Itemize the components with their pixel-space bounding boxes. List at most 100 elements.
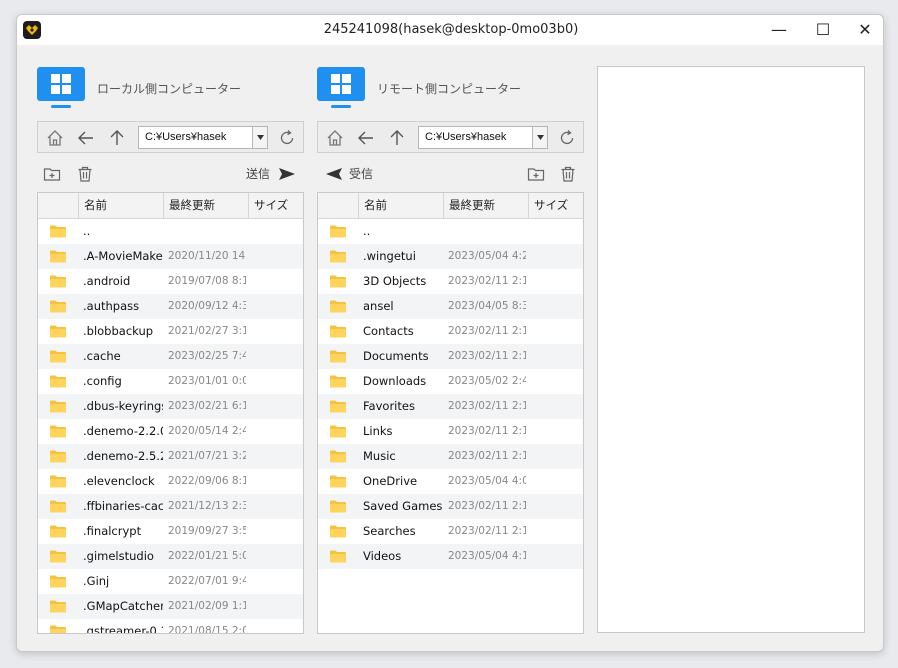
remote-file-list[interactable]: 名前 最終更新 サイズ .. .wingetui 2023/05/04 4:21 3D… xyxy=(317,192,584,634)
file-modified: 2019/09/27 3:50 xyxy=(168,525,246,537)
up-arrow-icon[interactable] xyxy=(388,129,406,147)
folder-icon xyxy=(330,275,346,288)
table-row[interactable]: .gimelstudio 2022/01/21 5:07 xyxy=(38,544,303,569)
close-button[interactable]: ✕ xyxy=(843,15,883,45)
app-window: 245241098(hasek@desktop-0mo03b0) — ☐ ✕ ロ… xyxy=(16,14,884,652)
folder-icon xyxy=(330,500,346,513)
column-name[interactable]: 名前 xyxy=(78,193,163,218)
minimize-button[interactable]: — xyxy=(757,15,801,45)
file-modified: 2023/02/25 7:48 xyxy=(168,350,246,362)
file-name: .Ginj xyxy=(83,574,110,588)
table-row[interactable]: Documents 2023/02/11 2:14 xyxy=(318,344,583,369)
column-modified[interactable]: 最終更新 xyxy=(163,193,248,218)
trash-icon[interactable] xyxy=(76,165,94,183)
table-row[interactable]: .GMapCatcher 2021/02/09 1:18 xyxy=(38,594,303,619)
table-row[interactable]: .. xyxy=(318,219,583,244)
column-size[interactable]: サイズ xyxy=(248,193,303,218)
trash-icon[interactable] xyxy=(559,165,577,183)
maximize-button[interactable]: ☐ xyxy=(801,15,845,45)
local-path-combobox[interactable]: C:¥Users¥hasek xyxy=(138,126,268,149)
file-name: .ffbinaries-cache xyxy=(83,499,163,513)
table-row[interactable]: ansel 2023/04/05 8:33 xyxy=(318,294,583,319)
new-folder-icon[interactable] xyxy=(527,165,545,183)
file-name: .blobbackup xyxy=(83,324,154,338)
file-modified: 2023/05/04 4:02 xyxy=(448,475,526,487)
remote-path-combobox[interactable]: C:¥Users¥hasek xyxy=(418,126,548,149)
table-row[interactable]: .android 2019/07/08 8:15 xyxy=(38,269,303,294)
table-row[interactable]: .wingetui 2023/05/04 4:21 xyxy=(318,244,583,269)
folder-icon xyxy=(50,550,66,563)
file-modified: 2023/02/11 2:14 xyxy=(448,275,526,287)
table-row[interactable]: Videos 2023/05/04 4:19 xyxy=(318,544,583,569)
file-modified xyxy=(168,219,246,244)
table-row[interactable]: .gstreamer-0.10 2021/08/15 2:09 xyxy=(38,619,303,633)
table-row[interactable]: OneDrive 2023/05/04 4:02 xyxy=(318,469,583,494)
new-folder-icon[interactable] xyxy=(43,165,61,183)
column-modified[interactable]: 最終更新 xyxy=(443,193,528,218)
table-row[interactable]: .blobbackup 2021/02/27 3:11 xyxy=(38,319,303,344)
file-modified: 2020/09/12 4:30 xyxy=(168,300,246,312)
table-row[interactable]: Downloads 2023/05/02 2:47 xyxy=(318,369,583,394)
table-row[interactable]: .elevenclock 2022/09/06 8:12 xyxy=(38,469,303,494)
table-row[interactable]: .. xyxy=(38,219,303,244)
file-name: Music xyxy=(363,449,396,463)
table-row[interactable]: Contacts 2023/02/11 2:14 xyxy=(318,319,583,344)
table-row[interactable]: .config 2023/01/01 0:05 xyxy=(38,369,303,394)
table-row[interactable]: Links 2023/02/11 2:14 xyxy=(318,419,583,444)
folder-icon xyxy=(50,375,66,388)
title-bar[interactable]: 245241098(hasek@desktop-0mo03b0) — ☐ ✕ xyxy=(17,15,883,45)
table-row[interactable]: Favorites 2023/02/11 2:14 xyxy=(318,394,583,419)
file-name: .. xyxy=(83,224,91,238)
folder-icon xyxy=(50,575,66,588)
file-modified: 2023/02/11 2:14 xyxy=(448,500,526,512)
table-row[interactable]: .ffbinaries-cache 2021/12/13 2:33 xyxy=(38,494,303,519)
table-row[interactable]: .Ginj 2022/07/01 9:44 xyxy=(38,569,303,594)
refresh-icon[interactable] xyxy=(278,129,296,147)
table-row[interactable]: .authpass 2020/09/12 4:30 xyxy=(38,294,303,319)
back-arrow-icon[interactable] xyxy=(77,129,95,147)
send-button[interactable]: 送信 xyxy=(246,165,295,183)
chevron-down-icon[interactable] xyxy=(252,127,267,148)
file-name: Contacts xyxy=(363,324,414,338)
chevron-down-icon[interactable] xyxy=(532,127,547,148)
file-name: .denemo-2.2.0 xyxy=(83,424,163,438)
column-size[interactable]: サイズ xyxy=(528,193,583,218)
folder-icon xyxy=(50,425,66,438)
table-row[interactable]: Searches 2023/02/11 2:14 xyxy=(318,519,583,544)
table-row[interactable]: .denemo-2.5.2 2021/07/21 3:26 xyxy=(38,444,303,469)
file-name: .cache xyxy=(83,349,121,363)
home-icon[interactable] xyxy=(46,129,64,147)
file-name: Links xyxy=(363,424,393,438)
refresh-icon[interactable] xyxy=(558,129,576,147)
table-row[interactable]: .cache 2023/02/25 7:48 xyxy=(38,344,303,369)
file-modified: 2023/02/11 2:14 xyxy=(448,425,526,437)
local-file-list[interactable]: 名前 最終更新 サイズ .. .A-MovieMaker 2020/11/20 14… xyxy=(37,192,304,634)
file-name: .gimelstudio xyxy=(83,549,154,563)
local-panel-header: ローカル側コンピューター xyxy=(37,67,304,111)
file-name: ansel xyxy=(363,299,394,313)
back-arrow-icon[interactable] xyxy=(357,129,375,147)
folder-icon xyxy=(330,300,346,313)
file-name: .A-MovieMaker xyxy=(83,249,163,263)
up-arrow-icon[interactable] xyxy=(108,129,126,147)
local-toolbar: C:¥Users¥hasek xyxy=(37,121,304,153)
table-row[interactable]: Music 2023/02/11 2:14 xyxy=(318,444,583,469)
file-name: .elevenclock xyxy=(83,474,155,488)
folder-icon xyxy=(330,450,346,463)
table-row[interactable]: .dbus-keyrings 2023/02/21 6:19 xyxy=(38,394,303,419)
folder-icon xyxy=(330,425,346,438)
send-arrow-icon xyxy=(279,168,295,180)
column-name[interactable]: 名前 xyxy=(358,193,443,218)
file-modified: 2023/05/04 4:19 xyxy=(448,550,526,562)
table-row[interactable]: 3D Objects 2023/02/11 2:14 xyxy=(318,269,583,294)
table-row[interactable]: .finalcrypt 2019/09/27 3:50 xyxy=(38,519,303,544)
table-row[interactable]: Saved Games 2023/02/11 2:14 xyxy=(318,494,583,519)
file-modified: 2022/09/06 8:12 xyxy=(168,475,246,487)
folder-icon xyxy=(50,475,66,488)
send-label: 送信 xyxy=(246,167,271,181)
file-name: .GMapCatcher xyxy=(83,599,163,613)
table-row[interactable]: .A-MovieMaker 2020/11/20 14:22 xyxy=(38,244,303,269)
home-icon[interactable] xyxy=(326,129,344,147)
table-row[interactable]: .denemo-2.2.0 2020/05/14 2:40 xyxy=(38,419,303,444)
file-modified: 2023/02/11 2:14 xyxy=(448,325,526,337)
